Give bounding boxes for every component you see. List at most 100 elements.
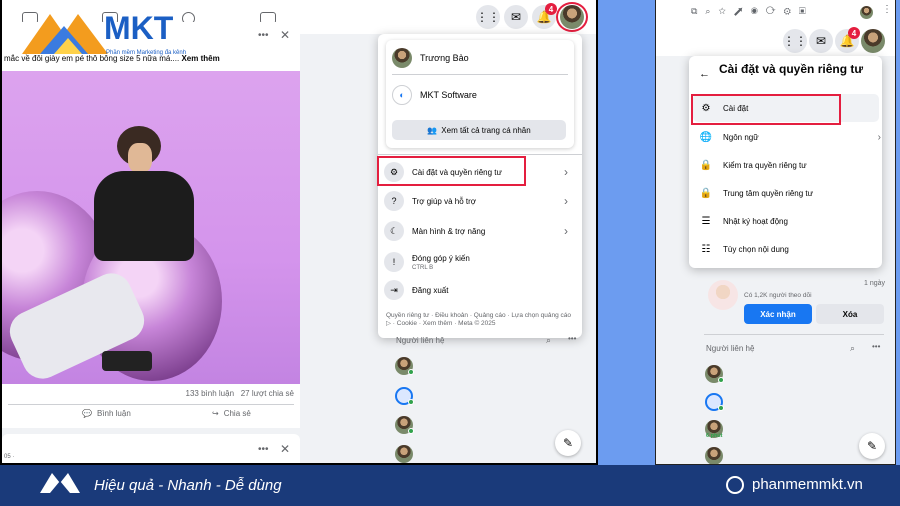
- facebook-window-right: ⧉⌕☆⬈◉⟳⚙▣ ⋮ ⋮⋮ ✉ 🔔 4 ← Cài đặt và quyền r…: [655, 0, 896, 465]
- share-button[interactable]: ↪ Chia sẻ: [212, 409, 251, 418]
- lock-check-icon: 🔒: [699, 159, 713, 171]
- menu-item-label: Đăng xuất: [412, 285, 449, 295]
- more-options-icon[interactable]: •••: [258, 444, 269, 455]
- see-all-profiles-label: Xem tất cả trang cá nhân: [441, 125, 531, 135]
- settings-item-activity-log[interactable]: ☰ Nhật ký hoạt động: [697, 208, 877, 234]
- contacts-title: Người liên hệ: [396, 336, 445, 345]
- profile-avatar: [392, 48, 412, 68]
- highlight-avatar: [556, 2, 588, 32]
- settings-item-language[interactable]: 🌐 Ngôn ngữ ›: [697, 124, 881, 150]
- close-icon[interactable]: ✕: [280, 442, 290, 456]
- settings-privacy-menu: ← Cài đặt và quyền riêng tư ⚙ Cài đặt 🌐 Ng…: [689, 56, 882, 268]
- confirm-button[interactable]: Xác nhận: [744, 304, 812, 324]
- online-dot: [718, 405, 724, 411]
- share-icon: ↪: [212, 409, 219, 418]
- mutual-followers: Có 1,2K người theo dõi: [744, 292, 812, 299]
- comment-icon: 💬: [82, 409, 92, 418]
- chevron-right-icon: ›: [877, 131, 881, 143]
- sliders-icon: ☷: [701, 243, 711, 255]
- menu-grid-icon[interactable]: ⋮⋮: [783, 29, 807, 53]
- chevron-right-icon: ›: [564, 194, 568, 208]
- menu-item-label: Màn hình & trợ năng: [412, 226, 486, 236]
- footer-banner: Hiệu quả - Nhanh - Dễ dùng phanmemmkt.vn: [0, 465, 900, 506]
- more-options-icon[interactable]: •••: [872, 342, 880, 351]
- mkt-page-icon: ◐: [392, 85, 412, 105]
- notification-badge: 4: [545, 3, 557, 15]
- more-options-icon[interactable]: •••: [568, 334, 576, 343]
- browser-extension-icons[interactable]: ⧉⌕☆⬈◉⟳⚙▣: [691, 6, 814, 17]
- close-icon[interactable]: ✕: [280, 28, 290, 42]
- profile-avatar-button[interactable]: [861, 29, 885, 53]
- comment-button[interactable]: 💬 Bình luận: [82, 409, 131, 418]
- help-icon: ?: [384, 191, 404, 211]
- chevron-right-icon: ›: [564, 224, 568, 238]
- notification-badge: 4: [848, 27, 860, 39]
- search-icon[interactable]: ⌕: [850, 343, 855, 354]
- mkt-logo-text: MKT: [104, 10, 174, 46]
- menu-grid-icon[interactable]: ⋮⋮: [476, 5, 500, 29]
- messenger-icon[interactable]: ✉: [809, 29, 833, 53]
- highlight-settings-privacy: [377, 156, 526, 186]
- new-message-icon[interactable]: ✎: [555, 430, 581, 456]
- mkt-logo: MKT Phần mềm Marketing đa kênh: [20, 4, 200, 62]
- settings-item-label: Kiểm tra quyền riêng tư: [723, 160, 807, 170]
- settings-item-content-prefs[interactable]: ☷ Tùy chọn nội dung: [697, 236, 877, 262]
- profile-row[interactable]: Trương Bảo: [392, 48, 469, 68]
- menu-item-display[interactable]: ☾ Màn hình & trợ năng ›: [384, 219, 576, 243]
- online-dot: [408, 369, 414, 375]
- chevron-right-icon: ›: [564, 165, 568, 179]
- shares-count[interactable]: 27 lượt chia sẻ: [241, 389, 294, 398]
- post-actions: 133 bình luận 27 lượt chia sẻ 💬 Bình luận…: [2, 384, 300, 428]
- feedback-icon: !: [384, 252, 404, 272]
- menu-item-feedback[interactable]: ! Đóng góp ý kiến CTRL B: [384, 248, 576, 276]
- more-options-icon[interactable]: •••: [258, 30, 269, 41]
- contact-avatar[interactable]: [395, 445, 413, 463]
- page-row[interactable]: ◐ MKT Software: [392, 85, 477, 105]
- contact-avatar[interactable]: [705, 447, 723, 464]
- new-message-icon[interactable]: ✎: [859, 433, 885, 459]
- post-photo[interactable]: [2, 71, 300, 386]
- online-dot: [408, 428, 414, 434]
- menu-footer-links[interactable]: Quyền riêng tư · Điều khoản · Quảng cáo …: [386, 312, 572, 329]
- delete-button[interactable]: Xóa: [816, 304, 884, 324]
- comments-count[interactable]: 133 bình luận: [186, 389, 235, 398]
- settings-item-privacy-center[interactable]: 🔒 Trung tâm quyền riêng tư: [697, 180, 877, 206]
- footer-logo: [38, 469, 82, 501]
- contact-status: 6 phút: [706, 433, 723, 439]
- requester-avatar[interactable]: [708, 280, 738, 310]
- online-dot: [718, 377, 724, 383]
- search-icon[interactable]: ⌕: [546, 335, 551, 346]
- mkt-logo-tagline: Phần mềm Marketing đa kênh: [106, 50, 187, 56]
- menu-item-logout[interactable]: ⇥ Đăng xuất: [384, 278, 576, 302]
- settings-item-label: Ngôn ngữ: [723, 132, 759, 142]
- facebook-window-left: ⋮⋮ ✉ 🔔 4 ••• ✕ mắc về đôi giày em pé thô…: [0, 0, 598, 465]
- contacts-title: Người liên hệ: [706, 344, 755, 353]
- share-label: Chia sẻ: [223, 409, 251, 418]
- globe-icon: 🌐: [699, 131, 713, 143]
- settings-item-privacy-checkup[interactable]: 🔒 Kiểm tra quyền riêng tư: [697, 152, 877, 178]
- shortcut-label: CTRL B: [412, 264, 434, 271]
- settings-menu-title: Cài đặt và quyền riêng tư: [719, 62, 864, 76]
- account-menu: Trương Bảo ◐ MKT Software 👥 Xem tất cả tr…: [378, 34, 582, 338]
- profile-name: Trương Bảo: [420, 53, 469, 63]
- back-arrow-icon[interactable]: ←: [699, 68, 710, 80]
- settings-item-label: Nhật ký hoạt động: [723, 216, 788, 226]
- settings-item-label: Tùy chọn nội dung: [723, 244, 789, 254]
- menu-item-label: Trợ giúp và hỗ trợ: [412, 196, 476, 206]
- post-time: 05 ·: [4, 454, 15, 460]
- messenger-icon[interactable]: ✉: [504, 5, 528, 29]
- menu-item-help[interactable]: ? Trợ giúp và hỗ trợ ›: [384, 189, 576, 213]
- profiles-icon: 👥: [427, 125, 438, 135]
- footer-website[interactable]: phanmemmkt.vn: [752, 476, 863, 493]
- mkt-logo-mark: [22, 14, 108, 54]
- settings-item-label: Trung tâm quyền riêng tư: [723, 188, 813, 198]
- see-all-profiles-button[interactable]: 👥 Xem tất cả trang cá nhân: [392, 120, 566, 140]
- post-card-2: 05 · ••• ✕: [2, 434, 300, 463]
- request-time: 1 ngày: [864, 280, 886, 287]
- globe-icon: [726, 476, 744, 494]
- footer-logo-mark: [40, 473, 80, 493]
- browser-menu-icon[interactable]: ⋮: [882, 4, 892, 15]
- browser-profile-icon[interactable]: [860, 6, 873, 19]
- lock-icon: 🔒: [699, 187, 713, 199]
- logout-icon: ⇥: [384, 280, 404, 300]
